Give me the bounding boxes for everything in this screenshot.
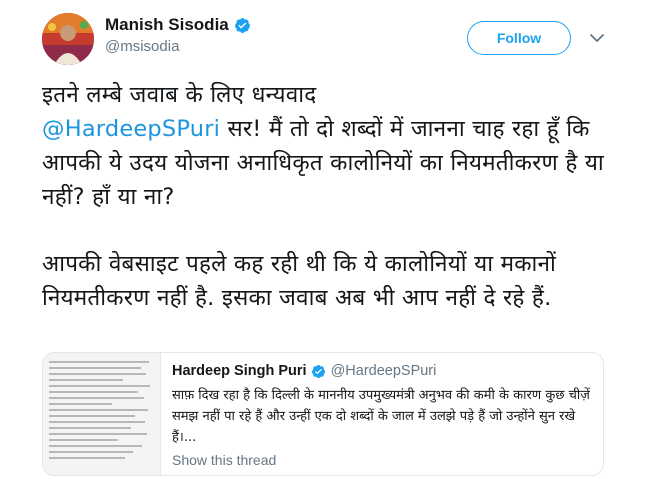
quoted-tweet-card[interactable]: Hardeep Singh Puri @HardeepSPuri साफ़ दि… [42,352,604,476]
tweet-text: इतने लम्बे जवाब के लिए धन्यवाद @HardeepSP… [42,78,612,315]
quoted-author-name: Hardeep Singh Puri [172,363,307,379]
tweet-paragraph-2: आपकी वेबसाइट पहले कह रही थी कि ये कालोनि… [42,251,557,311]
verified-badge-icon [311,364,325,378]
follow-button[interactable]: Follow [467,21,571,55]
mention-link[interactable]: @HardeepSPuri [42,116,220,142]
avatar[interactable] [42,13,94,65]
show-thread-link[interactable]: Show this thread [172,452,597,468]
quoted-author-handle: @HardeepSPuri [330,363,437,379]
chevron-down-icon[interactable] [588,29,606,47]
tweet-text-intro: इतने लम्बे जवाब के लिए धन्यवाद [42,82,317,108]
tweet-card: Manish Sisodia @msisodia Follow इतने लम्… [0,0,650,479]
tweet-paragraph-1: इतने लम्बे जवाब के लिए धन्यवाद @HardeepSP… [42,78,612,214]
author-display-name[interactable]: Manish Sisodia [105,15,229,35]
quoted-tweet-text: साफ़ दिख रहा है कि दिल्ली के माननीय उपमु… [172,388,590,445]
verified-badge-icon [234,17,250,33]
author-handle[interactable]: @msisodia [105,38,179,55]
author-name-row[interactable]: Manish Sisodia [105,15,251,35]
quoted-tweet-body: Hardeep Singh Puri @HardeepSPuri साफ़ दि… [172,363,597,468]
quoted-tweet-header: Hardeep Singh Puri @HardeepSPuri [172,363,597,379]
quoted-tweet-image[interactable] [43,353,161,475]
